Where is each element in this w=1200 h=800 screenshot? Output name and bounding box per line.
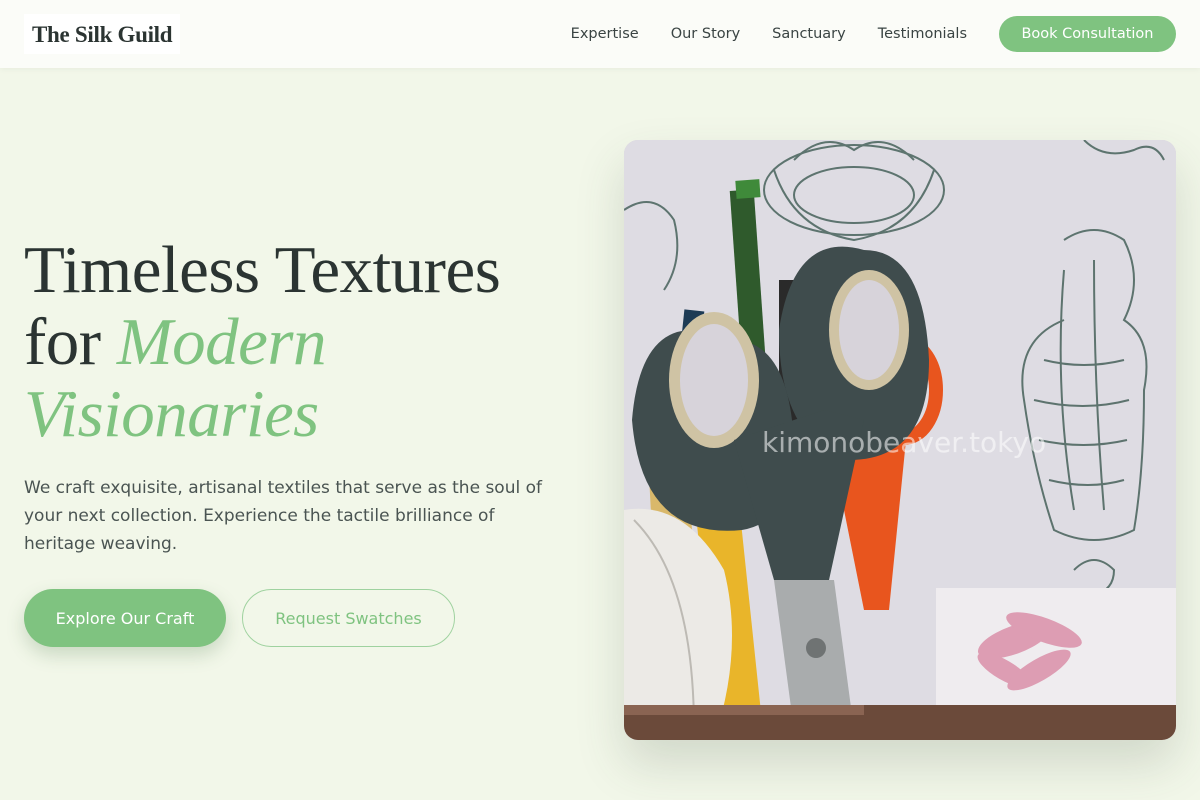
hero-image: kimonobeaver.tokyo xyxy=(624,140,1176,740)
hero-title-line1: Timeless Textures xyxy=(24,233,501,307)
main-nav: Expertise Our Story Sanctuary Testimonia… xyxy=(571,16,1176,52)
explore-craft-button[interactable]: Explore Our Craft xyxy=(24,589,226,647)
nav-link-expertise[interactable]: Expertise xyxy=(571,26,639,42)
hero-title-accent-modern: Modern xyxy=(116,305,327,379)
site-header: The Silk Guild Expertise Our Story Sanct… xyxy=(0,0,1200,68)
request-swatches-button[interactable]: Request Swatches xyxy=(242,589,455,647)
scissors-pencil-cup-illustration: kimonobeaver.tokyo xyxy=(624,140,1176,740)
hero-title: Timeless Textures for Modern Visionaries xyxy=(24,234,604,450)
book-consultation-button[interactable]: Book Consultation xyxy=(999,16,1176,52)
nav-link-testimonials[interactable]: Testimonials xyxy=(878,26,967,42)
image-watermark: kimonobeaver.tokyo xyxy=(762,426,1046,459)
hero-title-accent-visionaries: Visionaries xyxy=(24,377,319,451)
nav-link-sanctuary[interactable]: Sanctuary xyxy=(772,26,846,42)
nav-link-our-story[interactable]: Our Story xyxy=(671,26,740,42)
hero-title-for: for xyxy=(24,305,117,379)
hero-description: We craft exquisite, artisanal textiles t… xyxy=(24,478,542,554)
brand-logo[interactable]: The Silk Guild xyxy=(24,14,181,54)
